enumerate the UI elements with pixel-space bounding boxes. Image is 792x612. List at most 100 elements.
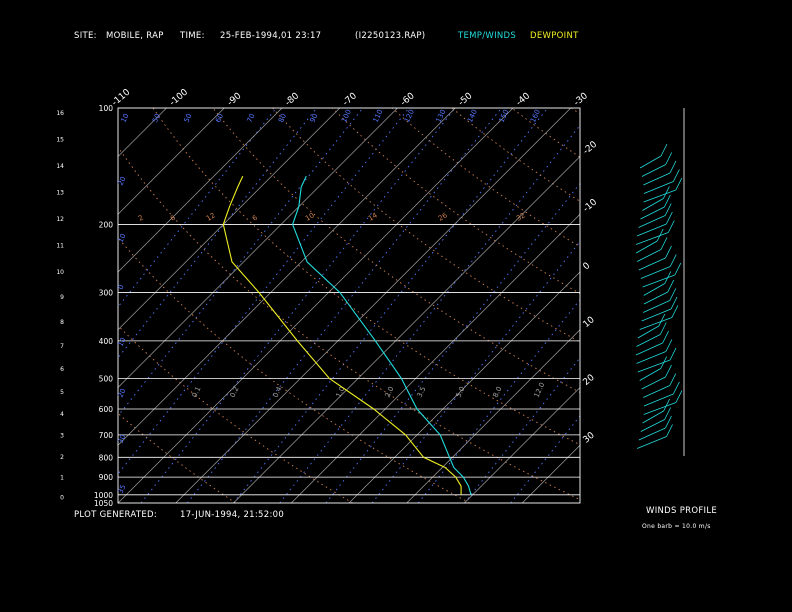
wind-barb: [667, 220, 675, 233]
winds-profile-label: WINDS PROFILE: [646, 506, 718, 516]
wind-barb: [635, 240, 658, 254]
height-label: 7: [60, 343, 64, 350]
wind-barb: [640, 266, 671, 279]
height-label: 16: [56, 110, 64, 117]
isotherm-label: -70: [341, 91, 359, 108]
wind-barb: [669, 347, 677, 361]
wind-barb: [669, 288, 677, 301]
wind-barb: [658, 313, 666, 327]
isotherm-label: 20: [582, 373, 597, 388]
height-label: 5: [60, 389, 64, 396]
height-label: 15: [56, 137, 64, 144]
isotherm-line: [233, 156, 580, 503]
wind-barb: [673, 169, 680, 182]
wind-barb: [638, 257, 666, 271]
pressure-label: 900: [99, 473, 114, 482]
height-label: 8: [60, 319, 64, 326]
wind-barb: [670, 296, 678, 310]
wind-barb: [675, 390, 683, 403]
dry-adiabat-label: 32: [515, 211, 527, 222]
wind-barb: [642, 274, 675, 288]
height-label: 11: [56, 243, 64, 250]
dewpoint-profile: [222, 175, 462, 495]
wind-barb: [660, 237, 668, 250]
wind-barb: [665, 415, 672, 429]
wind-barb: [674, 262, 682, 276]
pressure-label: 600: [99, 405, 114, 414]
dry-adiabat: [118, 146, 580, 501]
pressure-label: 800: [99, 453, 114, 462]
dry-adiabat: [118, 237, 471, 503]
isotherm-line: [118, 108, 340, 331]
height-label: 12: [56, 216, 64, 223]
wind-barb: [666, 211, 673, 225]
mixing-ratio-line: [186, 108, 502, 503]
isotherm-line: [464, 387, 580, 503]
isotherm-line: [0, 108, 51, 503]
barb-note: One barb = 10.0 m/s: [642, 523, 711, 530]
isotherm-line: [118, 108, 514, 503]
isotherm-line: [291, 213, 580, 503]
wind-barb: [662, 330, 669, 344]
mixing-ratio-label: 80: [277, 112, 288, 123]
dry-adiabat: [212, 108, 580, 393]
wind-barb: [639, 155, 662, 169]
mixing-ratio-label: 60: [214, 112, 225, 123]
wind-barb: [669, 373, 677, 386]
isotherm-line: [118, 108, 167, 157]
isotherm-label: 30: [582, 430, 597, 445]
wind-barb: [637, 359, 671, 373]
isotherm-label: -40: [515, 91, 533, 108]
pressure-label: 400: [99, 337, 114, 346]
isotherm-label: -30: [572, 91, 590, 108]
wind-barb: [643, 172, 671, 186]
pressure-label: 200: [99, 220, 114, 229]
wind-barb: [664, 194, 671, 208]
isotherm-line: [118, 108, 225, 215]
wind-barb: [669, 160, 677, 174]
wind-barb: [667, 279, 675, 293]
mixing-ratio-line: [510, 415, 580, 503]
isotherm-label: -110: [110, 87, 132, 108]
dry-adiabat-label: 6: [169, 213, 177, 222]
isotherm-label: -20: [582, 140, 600, 157]
wind-barb: [665, 245, 672, 259]
isotherm-label: 0: [582, 261, 593, 273]
wind-barb: [675, 177, 683, 191]
dry-adiabat: [451, 108, 580, 202]
height-label: 14: [56, 163, 64, 170]
wind-barb: [665, 364, 672, 378]
mixing-ratio-label: 90: [309, 112, 320, 123]
mixing-ratio-label: 130: [435, 108, 448, 124]
wind-barb: [659, 322, 667, 335]
pressure-label: 1050: [94, 499, 113, 508]
wind-barb: [660, 143, 668, 157]
mixing-ratio-value: 0.1: [191, 385, 203, 398]
height-label: 6: [60, 366, 64, 373]
wind-barb: [660, 356, 668, 369]
wind-barb: [664, 407, 671, 420]
height-label: 1: [60, 474, 64, 481]
isotherm-line: [175, 108, 571, 503]
isotherm-label: -50: [457, 91, 475, 108]
dry-adiabat-label: 26: [437, 211, 449, 223]
wind-barb: [641, 164, 666, 177]
isotherm-line: [522, 444, 580, 503]
dry-adiabat: [511, 108, 580, 158]
wind-barb: [637, 436, 667, 449]
isotherm-label: 10: [582, 315, 597, 330]
height-label: 2: [60, 454, 64, 461]
mixing-ratio-label: 110: [372, 108, 385, 124]
isotherm-label: -60: [399, 91, 417, 108]
plot-generated-value: 17-JUN-1994, 21:52:00: [180, 510, 285, 520]
mixing-ratio-label: 160: [529, 108, 542, 124]
pressure-label: 700: [99, 431, 114, 440]
wind-barb: [673, 381, 680, 395]
mixing-ratio-label: 10: [120, 112, 131, 123]
wind-barb: [637, 325, 660, 339]
skew-t-diagram: -110 -100 -90 -80 -70 -60 -50 -40 -30-20-1001020…: [0, 87, 685, 508]
height-label: 13: [56, 190, 64, 197]
wind-barb: [636, 351, 667, 364]
wind-barb: [669, 254, 677, 267]
mixing-ratio-label: 120: [403, 108, 416, 124]
